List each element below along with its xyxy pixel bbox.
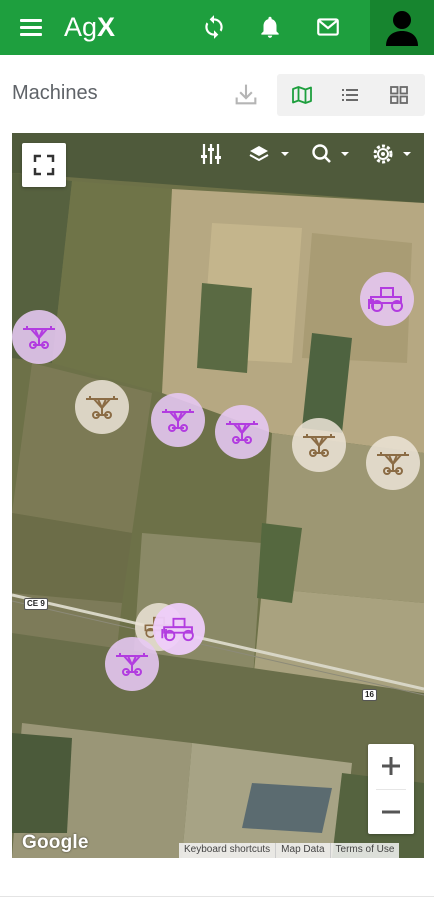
mail-icon[interactable] bbox=[315, 14, 341, 40]
grid-view-icon[interactable] bbox=[387, 83, 411, 107]
download-icon[interactable] bbox=[232, 80, 260, 108]
minus-icon bbox=[382, 810, 400, 814]
page-header: Machines bbox=[0, 70, 434, 120]
google-logo: Google bbox=[22, 832, 89, 853]
page-title: Machines bbox=[12, 82, 98, 104]
brand-prefix: Ag bbox=[64, 12, 98, 42]
map-data-link[interactable]: Map Data bbox=[275, 843, 329, 858]
layers-icon[interactable] bbox=[247, 141, 293, 167]
irrigation-pivot-icon bbox=[116, 653, 148, 676]
road-label-16: 16 bbox=[362, 689, 377, 701]
machine-marker-tractor[interactable] bbox=[153, 603, 205, 655]
view-switcher bbox=[277, 74, 425, 116]
list-view-icon[interactable] bbox=[338, 83, 362, 107]
tractor-icon bbox=[368, 287, 403, 312]
zoom-in-button[interactable] bbox=[368, 744, 414, 788]
irrigation-pivot-icon bbox=[303, 434, 335, 457]
irrigation-pivot-icon bbox=[23, 326, 55, 349]
brand-suffix: X bbox=[97, 12, 116, 42]
fullscreen-icon bbox=[33, 154, 55, 176]
machines-map[interactable]: CE 9 16 Google Keyboard shortcuts Map Da… bbox=[12, 133, 424, 858]
footer-divider bbox=[0, 896, 434, 897]
search-icon[interactable] bbox=[309, 141, 355, 167]
machine-marker-pivot[interactable] bbox=[12, 310, 66, 364]
app-logo[interactable]: AgX bbox=[64, 12, 115, 42]
user-menu[interactable] bbox=[370, 0, 434, 55]
tractor-icon bbox=[161, 617, 194, 642]
machine-marker-pivot[interactable] bbox=[105, 637, 159, 691]
irrigation-pivot-icon bbox=[377, 452, 409, 475]
machine-marker-pivot[interactable] bbox=[151, 393, 205, 447]
menu-icon[interactable] bbox=[20, 17, 44, 37]
machine-marker-pivot[interactable] bbox=[215, 405, 269, 459]
plus-icon bbox=[382, 757, 400, 775]
sync-icon[interactable] bbox=[201, 14, 227, 40]
irrigation-pivot-icon bbox=[86, 396, 118, 419]
irrigation-pivot-icon bbox=[226, 421, 258, 444]
terms-of-use-link[interactable]: Terms of Use bbox=[329, 843, 400, 858]
map-view-icon[interactable] bbox=[290, 83, 314, 107]
settings-gear-icon[interactable] bbox=[371, 141, 417, 167]
app-header: AgX bbox=[0, 0, 434, 55]
irrigation-pivot-icon bbox=[162, 409, 194, 432]
zoom-control bbox=[368, 744, 414, 834]
satellite-imagery bbox=[12, 133, 424, 858]
map-attribution: Keyboard shortcuts Map Data Terms of Use bbox=[179, 843, 400, 858]
machine-marker-pivot[interactable] bbox=[366, 436, 420, 490]
user-avatar-icon bbox=[386, 11, 418, 46]
machine-marker-pivot[interactable] bbox=[75, 380, 129, 434]
road-label-ce9: CE 9 bbox=[24, 598, 48, 610]
zoom-out-button[interactable] bbox=[368, 790, 414, 834]
machine-marker-pivot[interactable] bbox=[292, 418, 346, 472]
machine-marker-tractor[interactable] bbox=[360, 272, 414, 326]
filter-sliders-icon[interactable] bbox=[198, 141, 224, 167]
fullscreen-button[interactable] bbox=[22, 143, 66, 187]
bell-icon[interactable] bbox=[257, 14, 283, 40]
keyboard-shortcuts-link[interactable]: Keyboard shortcuts bbox=[179, 843, 275, 858]
